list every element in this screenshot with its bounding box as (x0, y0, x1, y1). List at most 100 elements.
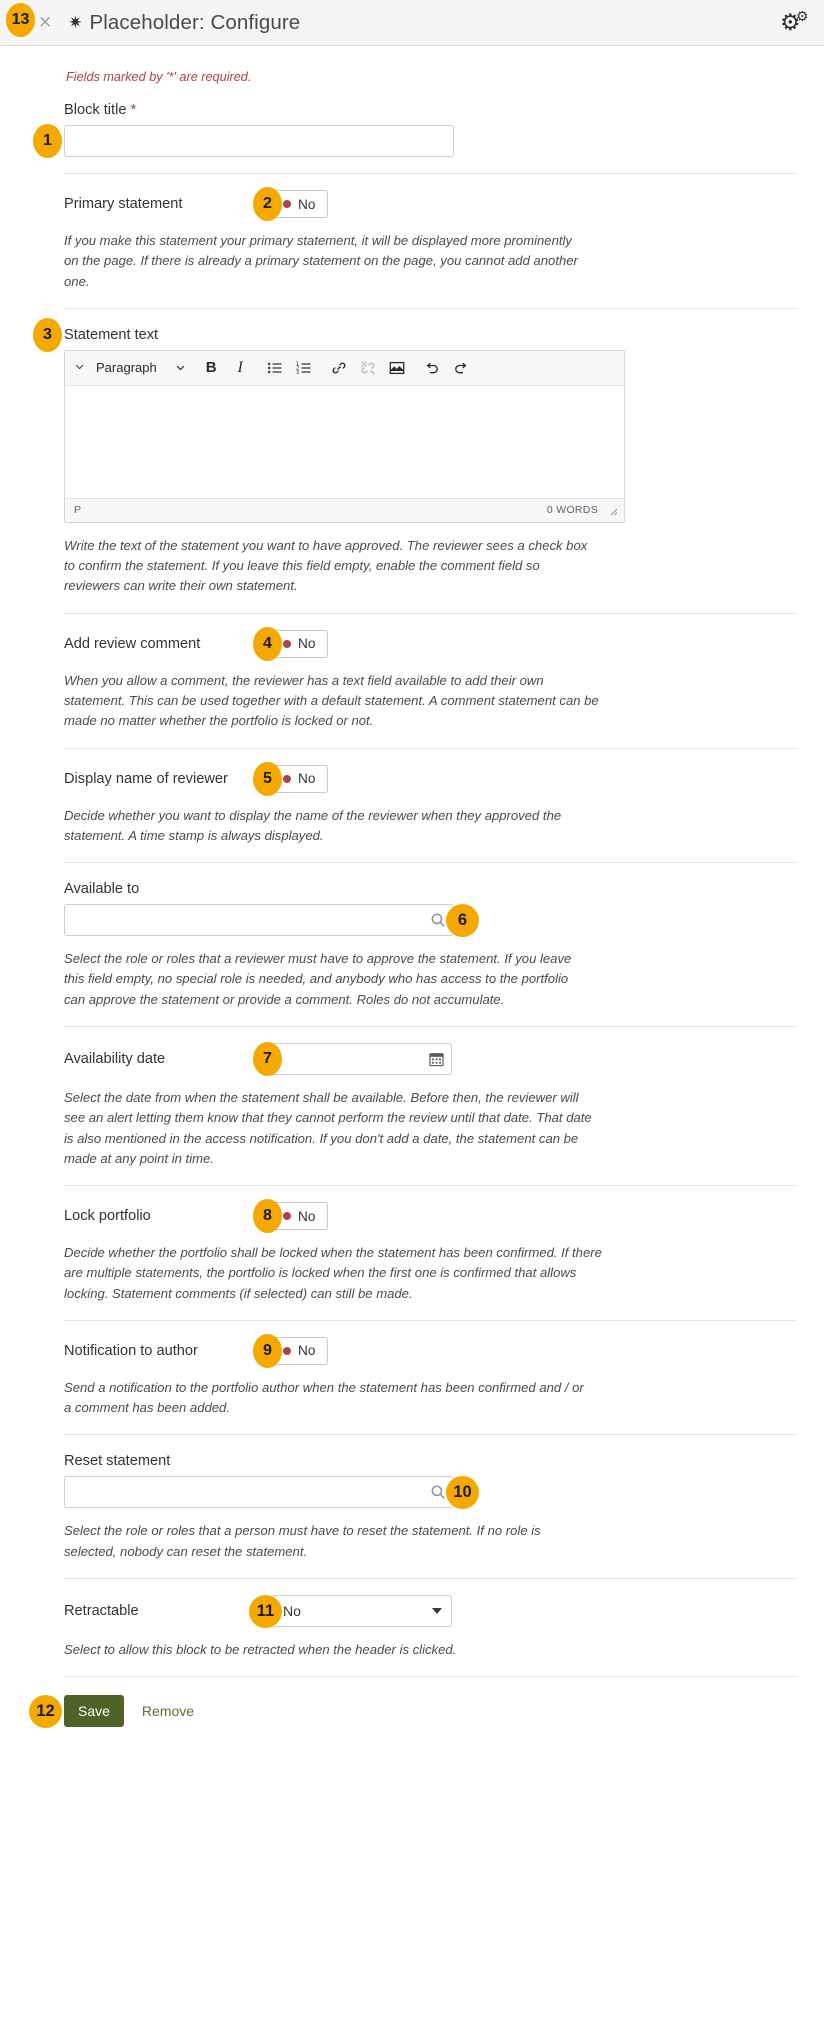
bold-icon[interactable]: B (198, 354, 225, 381)
divider (64, 1578, 797, 1580)
notification-to-author-value: No (298, 1343, 316, 1359)
availability-date-help: Select the date from when the statement … (64, 1089, 592, 1166)
callout-10: 10 (446, 1476, 479, 1509)
settings-gears-icon[interactable]: ⚙ ⚙ (780, 9, 810, 37)
available-to-input[interactable] (64, 904, 454, 937)
callout-12: 12 (29, 1695, 62, 1728)
statement-text-editor-body[interactable] (65, 385, 624, 498)
primary-statement-label: Primary statement (64, 196, 183, 212)
primary-statement-help: If you make this statement your primary … (64, 233, 578, 289)
display-name-of-reviewer-label: Display name of reviewer (64, 770, 228, 787)
callout-9: 9 (253, 1334, 282, 1368)
configure-form: Fields marked by '*' are required. Block… (0, 46, 824, 1755)
availability-date-control (272, 1042, 452, 1075)
link-icon[interactable] (326, 354, 353, 381)
chevron-down-icon (432, 1608, 442, 1615)
close-icon[interactable]: × (38, 14, 52, 31)
toggle-off-dot-icon (283, 774, 291, 783)
reset-statement-control (64, 1476, 454, 1509)
required-marker: * (130, 102, 137, 118)
notification-to-author-row: Notification to author No (64, 1336, 797, 1365)
callout-1: 1 (33, 124, 62, 158)
reset-statement-label: Reset statement (64, 1453, 171, 1470)
field-block-title: Block title * (64, 102, 797, 157)
primary-statement-row: Primary statement No (64, 190, 797, 218)
editor-format-value: Paragraph (96, 360, 157, 376)
retractable-select[interactable]: No (272, 1595, 452, 1628)
callout-6: 6 (446, 904, 479, 937)
availability-date-label: Availability date (64, 1050, 166, 1067)
display-name-of-reviewer-row: Display name of reviewer No (64, 764, 797, 793)
search-icon[interactable] (430, 912, 446, 928)
toggle-off-dot-icon (283, 1212, 291, 1221)
save-button[interactable]: Save (64, 1695, 124, 1728)
undo-icon[interactable] (419, 354, 446, 381)
italic-icon[interactable]: I (227, 354, 254, 381)
retractable-row: Retractable No (64, 1595, 797, 1628)
statement-text-label: Statement text (64, 326, 159, 343)
availability-date-input[interactable] (272, 1042, 452, 1075)
remove-button[interactable]: Remove (140, 1699, 196, 1723)
divider (64, 1025, 797, 1027)
editor-resize-handle-icon[interactable] (606, 504, 618, 516)
statement-text-help: Write the text of the statement you want… (64, 537, 588, 594)
field-reset-statement: Reset statement Select the role or roles… (64, 1453, 797, 1562)
editor-format-select[interactable]: Paragraph (90, 354, 190, 381)
divider (64, 612, 797, 614)
reset-statement-input[interactable] (64, 1476, 454, 1509)
callout-13: 13 (6, 3, 35, 37)
divider (64, 1185, 797, 1187)
page-title: Placeholder: Configure (89, 10, 301, 34)
lock-portfolio-value: No (298, 1208, 316, 1224)
lock-portfolio-help: Decide whether the portfolio shall be lo… (64, 1245, 602, 1301)
titlebar-actions: ⚙ ⚙ (780, 9, 810, 37)
retractable-help: Select to allow this block to be retract… (64, 1642, 457, 1658)
gear-small-icon: ⚙ (796, 7, 809, 24)
search-icon[interactable] (430, 1484, 446, 1500)
redo-icon[interactable] (448, 354, 475, 381)
window-titlebar: × ✷ Placeholder: Configure ⚙ ⚙ (0, 0, 824, 46)
image-icon[interactable] (384, 354, 411, 381)
editor-status-bar: P 0 WORDS (65, 497, 624, 522)
divider (64, 747, 797, 749)
available-to-label: Available to (64, 881, 140, 898)
field-lock-portfolio: Lock portfolio No Decide whether the por… (64, 1202, 797, 1304)
add-review-comment-help: When you allow a comment, the reviewer h… (64, 672, 599, 729)
field-add-review-comment: Add review comment No When you allow a c… (64, 629, 797, 732)
retractable-value: No (283, 1603, 301, 1620)
display-name-of-reviewer-help: Decide whether you want to display the n… (64, 807, 562, 843)
editor-toolbar: Paragraph B I 1 2 3 (65, 350, 624, 386)
svg-text:3: 3 (296, 370, 299, 376)
bullet-list-icon[interactable] (262, 354, 289, 381)
available-to-help: Select the role or roles that a reviewer… (64, 951, 572, 1007)
field-availability-date: Availability date Select the date from w… (64, 1042, 797, 1169)
retractable-label: Retractable (64, 1603, 139, 1620)
reset-statement-help: Select the role or roles that a person m… (64, 1523, 541, 1559)
block-title-label: Block title * (64, 102, 797, 118)
availability-date-row: Availability date (64, 1042, 797, 1075)
unlink-icon (355, 354, 382, 381)
field-notification-to-author: Notification to author No Send a notific… (64, 1336, 797, 1419)
block-icon: ✷ (68, 13, 83, 32)
lock-portfolio-row: Lock portfolio No (64, 1202, 797, 1231)
block-title-label-text: Block title (64, 102, 127, 118)
required-fields-note: Fields marked by '*' are required. (66, 70, 252, 84)
editor-element-path[interactable]: P (74, 504, 81, 516)
divider (64, 862, 797, 864)
callout-7: 7 (253, 1042, 282, 1076)
block-title-input[interactable] (64, 125, 454, 157)
callout-8: 8 (253, 1199, 282, 1233)
divider (64, 1319, 797, 1321)
toggle-off-dot-icon (283, 639, 291, 648)
callout-5: 5 (253, 762, 282, 796)
divider (64, 307, 797, 309)
editor-word-count: 0 WORDS (546, 504, 598, 517)
toolbar-collapse-chevron-icon[interactable] (71, 361, 88, 375)
toggle-off-dot-icon (283, 200, 291, 208)
add-review-comment-value: No (298, 636, 316, 652)
numbered-list-icon[interactable]: 1 2 3 (291, 354, 318, 381)
add-review-comment-label: Add review comment (64, 635, 201, 652)
callout-2: 2 (253, 187, 282, 221)
divider (64, 1434, 797, 1436)
calendar-icon[interactable] (429, 1051, 444, 1067)
